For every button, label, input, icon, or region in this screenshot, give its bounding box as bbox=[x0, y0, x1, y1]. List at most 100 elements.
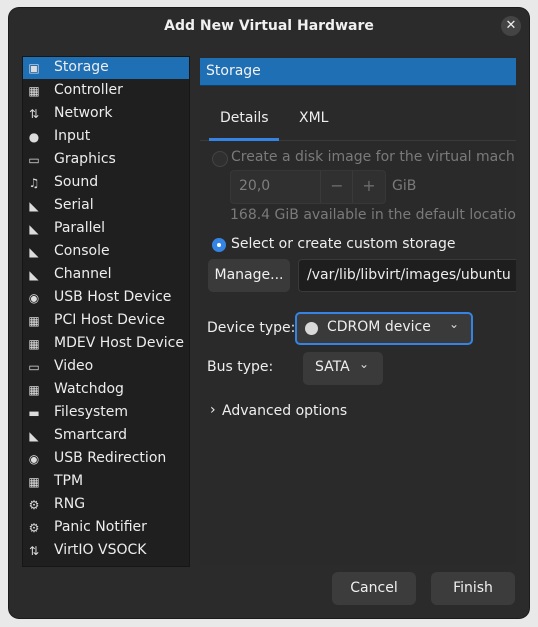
sidebar-item-label: Channel bbox=[54, 266, 112, 282]
sidebar-item-input[interactable]: ● Input bbox=[23, 126, 189, 148]
sidebar-item-label: Watchdog bbox=[54, 381, 124, 397]
close-button[interactable]: ✕ bbox=[501, 16, 521, 36]
tab-xml[interactable]: XML bbox=[299, 110, 328, 126]
network-icon: ⇅ bbox=[28, 107, 40, 121]
sidebar-item-graphics[interactable]: ▭ Graphics bbox=[23, 149, 189, 171]
console-icon: ◣ bbox=[29, 245, 39, 259]
sidebar-item-video[interactable]: ▭ Video bbox=[23, 356, 189, 378]
bus-type-value: SATA bbox=[315, 359, 350, 375]
panic-notifier-icon: ⚙ bbox=[28, 521, 40, 535]
tpm-chip-icon: ▦ bbox=[28, 475, 40, 489]
sidebar-item-console[interactable]: ◣ Console bbox=[23, 241, 189, 263]
section-title: Storage bbox=[206, 63, 261, 79]
mdev-card-icon: ▦ bbox=[28, 337, 40, 351]
sidebar-item-label: Smartcard bbox=[54, 427, 128, 443]
sidebar-item-filesystem[interactable]: ▬ Filesystem bbox=[23, 402, 189, 424]
usb-device-icon: ◉ bbox=[28, 291, 40, 305]
disk-size-value: 20,0 bbox=[239, 178, 271, 194]
hardware-list: ▣ Storage ▦ Controller ⇅ Network ● Input ▭ Graphi… bbox=[22, 56, 190, 567]
smartcard-icon: ◣ bbox=[29, 429, 39, 443]
sidebar-item-label: Storage bbox=[54, 59, 109, 75]
sidebar-item-smartcard[interactable]: ◣ Smartcard bbox=[23, 425, 189, 447]
chevron-down-icon: ⌄ bbox=[359, 357, 370, 371]
disk-size-spinner[interactable]: 20,0 − + bbox=[230, 170, 386, 204]
sidebar-item-label: Serial bbox=[54, 197, 94, 213]
sidebar-item-label: TPM bbox=[54, 473, 84, 489]
sidebar-item-label: PCI Host Device bbox=[54, 312, 166, 328]
sidebar-item-controller[interactable]: ▦ Controller bbox=[23, 80, 189, 102]
sidebar-item-rng[interactable]: ⚙ RNG bbox=[23, 494, 189, 516]
chevron-down-icon: ⌄ bbox=[449, 317, 460, 331]
sidebar-item-label: Controller bbox=[54, 82, 123, 98]
mouse-icon: ● bbox=[28, 130, 40, 144]
pci-card-icon: ▦ bbox=[28, 314, 40, 328]
sidebar-item-usb-host-device[interactable]: ◉ USB Host Device bbox=[23, 287, 189, 309]
size-unit: GiB bbox=[392, 178, 417, 194]
section-header: Storage bbox=[200, 58, 516, 86]
disk-icon: ▣ bbox=[28, 61, 40, 75]
sidebar-item-watchdog[interactable]: ▦ Watchdog bbox=[23, 379, 189, 401]
sidebar-item-label: VirtIO VSOCK bbox=[54, 542, 147, 558]
sidebar-item-label: USB Redirection bbox=[54, 450, 167, 466]
expander-arrow-icon[interactable]: › bbox=[210, 402, 216, 418]
window-title: Add New Virtual Hardware bbox=[164, 18, 374, 34]
sidebar-item-storage[interactable]: ▣ Storage bbox=[23, 57, 189, 79]
details-panel: Storage Details XML Create a disk image … bbox=[200, 56, 516, 565]
sidebar-item-label: Parallel bbox=[54, 220, 106, 236]
sidebar-item-label: Network bbox=[54, 105, 113, 121]
sidebar-item-network[interactable]: ⇅ Network bbox=[23, 103, 189, 125]
sidebar-item-serial[interactable]: ◣ Serial bbox=[23, 195, 189, 217]
sidebar-item-label: Graphics bbox=[54, 151, 116, 167]
bus-type-label: Bus type: bbox=[207, 359, 274, 375]
sidebar-item-pci-host-device[interactable]: ▦ PCI Host Device bbox=[23, 310, 189, 332]
sidebar-item-mdev-host-device[interactable]: ▦ MDEV Host Device bbox=[23, 333, 189, 355]
channel-icon: ◣ bbox=[29, 268, 39, 282]
bus-type-dropdown[interactable]: SATA ⌄ bbox=[303, 352, 383, 385]
sidebar-item-panic-notifier[interactable]: ⚙ Panic Notifier bbox=[23, 517, 189, 539]
cancel-button[interactable]: Cancel bbox=[332, 572, 416, 605]
custom-storage-label: Select or create custom storage bbox=[231, 236, 456, 252]
close-icon: ✕ bbox=[505, 18, 517, 33]
custom-storage-radio[interactable] bbox=[212, 238, 226, 252]
manage-button[interactable]: Manage... bbox=[208, 259, 290, 292]
finish-button[interactable]: Finish bbox=[431, 572, 515, 605]
controller-card-icon: ▦ bbox=[28, 84, 40, 98]
sidebar-item-sound[interactable]: ♫ Sound bbox=[23, 172, 189, 194]
increment-button[interactable]: + bbox=[352, 171, 385, 203]
sidebar-item-parallel[interactable]: ◣ Parallel bbox=[23, 218, 189, 240]
parallel-port-icon: ◣ bbox=[29, 222, 39, 236]
advanced-options-expander[interactable]: Advanced options bbox=[222, 403, 347, 419]
sidebar-item-label: Filesystem bbox=[54, 404, 129, 420]
sidebar-item-label: Video bbox=[54, 358, 94, 374]
create-disk-label: Create a disk image for the virtual mach… bbox=[231, 149, 516, 165]
decrement-button[interactable]: − bbox=[320, 171, 353, 203]
sidebar-item-virtio-vsock[interactable]: ⇅ VirtIO VSOCK bbox=[23, 540, 189, 562]
sidebar-item-label: Sound bbox=[54, 174, 99, 190]
storage-path-input[interactable]: /var/lib/libvirt/images/ubuntu bbox=[298, 259, 516, 292]
sidebar-item-usb-redirection[interactable]: ◉ USB Redirection bbox=[23, 448, 189, 470]
sidebar-item-label: Console bbox=[54, 243, 110, 259]
watchdog-icon: ▦ bbox=[28, 383, 40, 397]
dialog-window: Add New Virtual Hardware ✕ ▣ Storage ▦ Cont… bbox=[9, 8, 529, 618]
video-monitor-icon: ▭ bbox=[28, 360, 40, 374]
sidebar-item-tpm[interactable]: ▦ TPM bbox=[23, 471, 189, 493]
minus-icon: − bbox=[330, 176, 344, 195]
plus-icon: + bbox=[362, 176, 376, 195]
create-disk-radio[interactable] bbox=[212, 151, 228, 167]
available-space-text: 168.4 GiB available in the default locat… bbox=[230, 207, 516, 223]
active-tab-indicator bbox=[209, 138, 279, 141]
sidebar-item-channel[interactable]: ◣ Channel bbox=[23, 264, 189, 286]
usb-redirection-icon: ◉ bbox=[28, 452, 40, 466]
sidebar-item-label: Panic Notifier bbox=[54, 519, 147, 535]
serial-port-icon: ◣ bbox=[29, 199, 39, 213]
sidebar-item-label: USB Host Device bbox=[54, 289, 172, 305]
tab-details[interactable]: Details bbox=[220, 110, 269, 126]
cdrom-icon bbox=[305, 322, 318, 335]
rng-icon: ⚙ bbox=[28, 498, 40, 512]
device-type-dropdown[interactable]: CDROM device ⌄ bbox=[295, 312, 473, 345]
device-type-value: CDROM device bbox=[327, 319, 431, 335]
monitor-icon: ▭ bbox=[28, 153, 40, 167]
sidebar-item-label: RNG bbox=[54, 496, 86, 512]
sound-icon: ♫ bbox=[28, 176, 40, 190]
folder-icon: ▬ bbox=[28, 406, 40, 420]
